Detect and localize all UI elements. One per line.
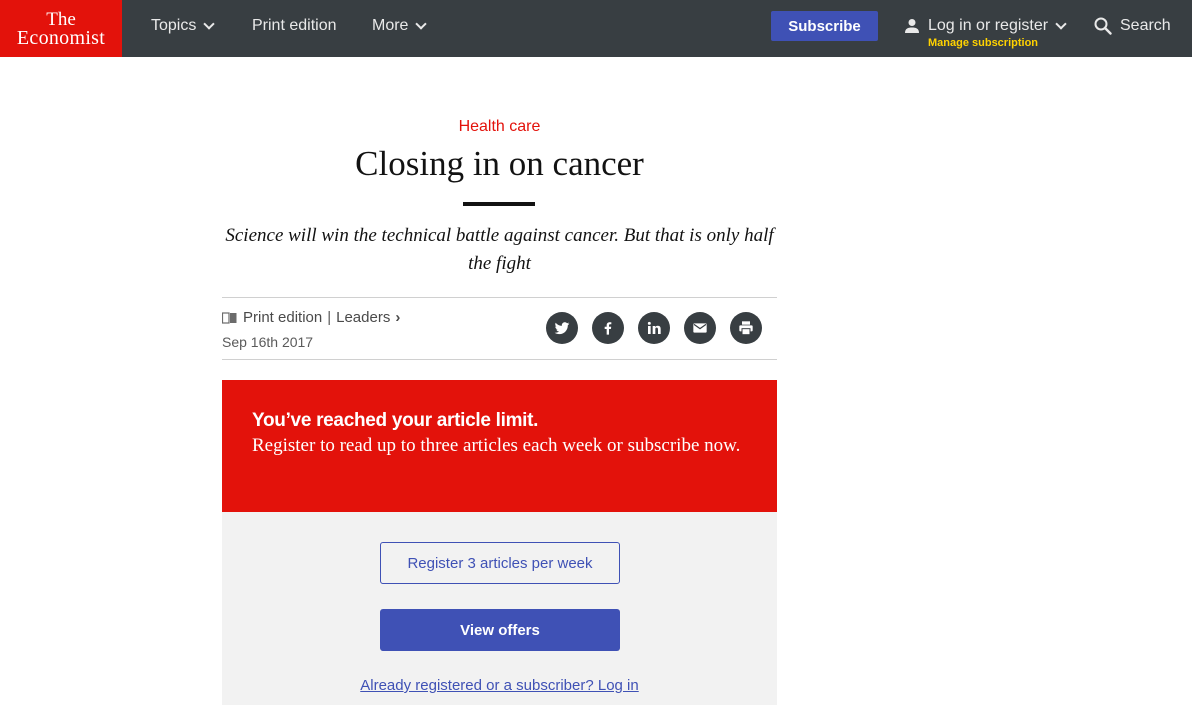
chevron-right-icon: › xyxy=(395,309,401,326)
view-offers-button[interactable]: View offers xyxy=(380,609,620,651)
section-label[interactable]: Health care xyxy=(222,118,777,136)
article-limit-title: You’ve reached your article limit. xyxy=(252,410,539,431)
nav-print-edition[interactable]: Print edition xyxy=(252,0,337,52)
headline-divider xyxy=(463,202,535,206)
login-label: Log in or register xyxy=(928,17,1049,34)
logo-line-economist: Economist xyxy=(16,26,106,49)
search-label: Search xyxy=(1120,17,1171,34)
share-print-button[interactable] xyxy=(730,312,762,344)
login-register-menu[interactable]: Log in or register xyxy=(904,14,1067,38)
article-meta: Print edition | Leaders › Sep 16th 2017 xyxy=(222,297,777,360)
search-button[interactable]: Search xyxy=(1094,14,1171,38)
economist-logo[interactable]: The Economist xyxy=(0,0,122,57)
top-nav-bar: The Economist Topics Print edition More … xyxy=(0,0,1192,57)
share-facebook-button[interactable] xyxy=(592,312,624,344)
article-rubric: Science will win the technical battle ag… xyxy=(225,225,774,274)
manage-subscription-link[interactable]: Manage subscription xyxy=(928,37,1038,49)
chevron-down-icon xyxy=(203,18,216,30)
share-linkedin-button[interactable] xyxy=(638,312,670,344)
share-email-button[interactable] xyxy=(684,312,716,344)
article-date: Sep 16th 2017 xyxy=(222,334,314,350)
book-icon xyxy=(222,311,237,324)
breadcrumb-leaders[interactable]: Leaders xyxy=(336,309,390,326)
article-headline: Closing in on cancer xyxy=(355,144,644,183)
logo-line-the: The xyxy=(46,8,76,30)
share-twitter-button[interactable] xyxy=(546,312,578,344)
breadcrumb-print-edition[interactable]: Print edition xyxy=(243,309,322,326)
linkedin-icon xyxy=(647,321,661,334)
login-link-row: Already registered or a subscriber? Log … xyxy=(222,677,777,695)
nav-topics[interactable]: Topics xyxy=(151,0,216,52)
nav-topics-label: Topics xyxy=(151,17,197,34)
nav-print-edition-label: Print edition xyxy=(252,17,337,34)
subscribe-button[interactable]: Subscribe xyxy=(771,11,878,41)
chevron-down-icon xyxy=(415,18,428,30)
email-icon xyxy=(693,323,707,333)
breadcrumb: Print edition | Leaders › xyxy=(222,309,400,326)
already-registered-login-link[interactable]: Already registered or a subscriber? Log … xyxy=(360,677,638,694)
article-limit-notice: You’ve reached your article limit. Regis… xyxy=(222,380,777,512)
article-limit-text: Register to read up to three articles ea… xyxy=(252,435,741,456)
breadcrumb-separator: | xyxy=(327,309,332,326)
twitter-icon xyxy=(554,322,570,335)
facebook-icon xyxy=(604,322,612,335)
nav-more-label: More xyxy=(372,17,409,34)
print-icon xyxy=(739,321,753,336)
user-icon xyxy=(905,19,919,33)
nav-more[interactable]: More xyxy=(372,0,428,52)
search-icon xyxy=(1094,17,1112,35)
chevron-down-icon xyxy=(1055,18,1067,30)
register-button[interactable]: Register 3 articles per week xyxy=(380,542,620,584)
offer-panel: Register 3 articles per week View offers… xyxy=(222,512,777,705)
